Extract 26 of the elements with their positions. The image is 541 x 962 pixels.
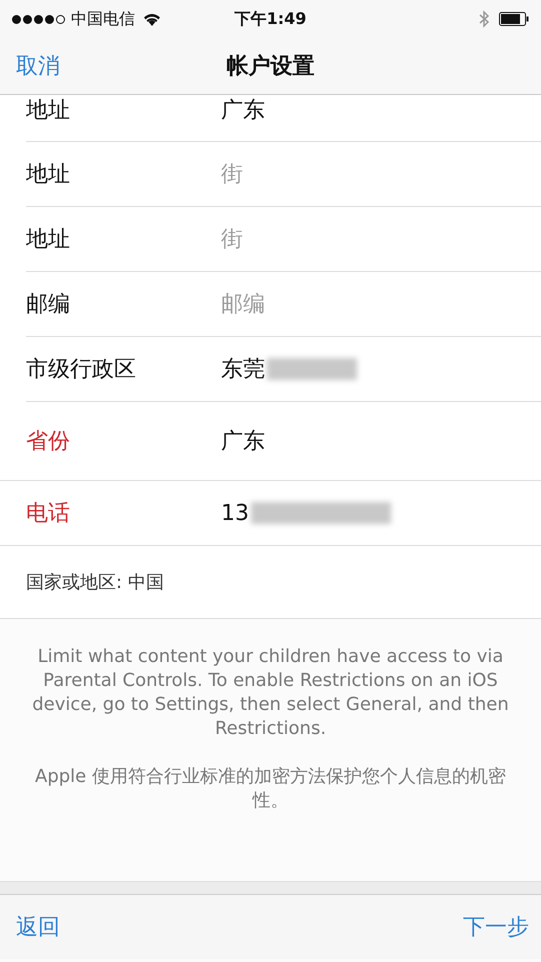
- info-note: Apple 使用符合行业标准的加密方法保护您个人信息的机密性。: [34, 765, 507, 813]
- cancel-button[interactable]: 取消: [16, 51, 60, 81]
- input-field[interactable]: 广东: [221, 426, 265, 456]
- country-region-text: 国家或地区: 中国: [0, 546, 541, 619]
- input-field[interactable]: 东莞: [221, 354, 357, 384]
- input-field[interactable]: 街: [221, 226, 471, 252]
- bluetooth-icon: [479, 10, 489, 28]
- wifi-icon: [143, 12, 161, 26]
- field-label: 电话: [26, 500, 71, 528]
- back-button[interactable]: 返回: [16, 912, 60, 942]
- input-field[interactable]: 街: [221, 162, 471, 186]
- field-label: 地址: [26, 226, 71, 254]
- input-field[interactable]: 广东: [221, 95, 265, 125]
- clock-time: 下午1:49: [234, 8, 306, 28]
- field-label: 邮编: [26, 291, 71, 319]
- next-button[interactable]: 下一步: [463, 912, 529, 942]
- field-label: 地址: [26, 97, 71, 125]
- field-label: 市级行政区: [26, 356, 137, 384]
- input-field[interactable]: 邮编: [221, 292, 471, 316]
- field-label: 省份: [26, 428, 71, 456]
- battery-icon: [499, 12, 529, 26]
- carrier-name: 中国电信: [71, 8, 135, 30]
- info-note: Limit what content your children have access to via Parental Controls. To enable Restrictions on an iOS device, go to Settings, then select General, and then Restrictions.: [31, 645, 510, 741]
- input-field[interactable]: 13: [221, 500, 391, 526]
- field-label: 地址: [26, 161, 71, 189]
- screen-title: 帐户设置: [226, 54, 314, 79]
